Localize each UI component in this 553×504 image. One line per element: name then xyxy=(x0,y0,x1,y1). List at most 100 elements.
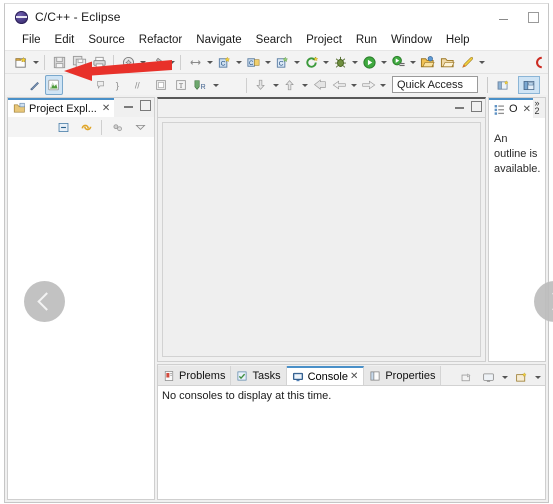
svg-text:C: C xyxy=(249,59,254,66)
close-icon[interactable]: ✕ xyxy=(102,103,110,114)
run-last-tool-button[interactable] xyxy=(388,52,408,72)
last-edit-button[interactable] xyxy=(309,75,329,95)
run-dropdown[interactable] xyxy=(379,52,388,72)
project-explorer-tree[interactable] xyxy=(8,137,154,499)
tab-problems[interactable]: Problems xyxy=(158,366,232,385)
toggle-mark-occurrences-button[interactable] xyxy=(45,75,63,95)
refresh-dropdown[interactable] xyxy=(321,52,330,72)
menu-navigate[interactable]: Navigate xyxy=(189,32,248,48)
tab-outline[interactable]: O ✕ xyxy=(489,98,533,118)
next-annotation-button[interactable] xyxy=(251,75,271,95)
outline-message-line-1: An outline is xyxy=(494,133,538,160)
forward-button[interactable] xyxy=(358,75,378,95)
menu-refactor[interactable]: Refactor xyxy=(132,32,189,48)
toolbar-overflow-edge-icon[interactable] xyxy=(528,52,548,72)
editor-tabrow xyxy=(158,99,485,118)
minimize-icon[interactable] xyxy=(124,104,133,108)
svg-text:C: C xyxy=(220,60,225,67)
display-selected-console-button[interactable] xyxy=(478,367,498,387)
skip-breakpoints-dropdown[interactable] xyxy=(477,52,486,72)
toolbar-separator xyxy=(180,54,181,70)
perspective-cpp-button[interactable] xyxy=(518,76,540,94)
close-icon[interactable]: ✕ xyxy=(350,371,358,382)
search-refs-button[interactable]: R xyxy=(191,75,211,95)
view-overflow-indicator[interactable]: » 2 xyxy=(530,99,544,116)
new-cpp-project-button[interactable]: C xyxy=(243,52,263,72)
menu-help[interactable]: Help xyxy=(439,32,477,48)
focus-on-active-task-button[interactable] xyxy=(107,117,127,137)
tab-tasks[interactable]: Tasks xyxy=(231,366,287,385)
bottom-tabrow: Problems Tasks Console ✕ Properties xyxy=(158,365,545,385)
build-all-dropdown[interactable] xyxy=(138,52,147,72)
maximize-icon[interactable] xyxy=(140,100,151,111)
debug-dropdown[interactable] xyxy=(350,52,359,72)
prev-annotation-button[interactable] xyxy=(280,75,300,95)
save-all-button[interactable] xyxy=(69,52,89,72)
project-explorer-icon xyxy=(13,102,25,113)
toggle-marker-button[interactable] xyxy=(185,52,205,72)
menu-run[interactable]: Run xyxy=(349,32,384,48)
build-dropdown[interactable] xyxy=(167,52,176,72)
minimize-button[interactable] xyxy=(488,4,518,30)
skip-breakpoints-button[interactable] xyxy=(457,52,477,72)
toolbar-separator xyxy=(44,54,45,70)
new-console-view-button[interactable] xyxy=(511,367,531,387)
menu-window[interactable]: Window xyxy=(384,32,439,48)
build-button[interactable] xyxy=(147,52,167,72)
refresh-button[interactable] xyxy=(301,52,321,72)
new-c-class-dropdown[interactable] xyxy=(292,52,301,72)
run-button[interactable] xyxy=(359,52,379,72)
next-annotation-dropdown[interactable] xyxy=(271,75,280,95)
save-button[interactable] xyxy=(49,52,69,72)
open-perspective-button[interactable] xyxy=(492,76,514,94)
menu-file[interactable]: File xyxy=(15,32,48,48)
debug-button[interactable] xyxy=(330,52,350,72)
maximize-button[interactable] xyxy=(518,4,548,30)
console-output-area[interactable]: No consoles to display at this time. xyxy=(158,385,545,499)
open-resource-button[interactable] xyxy=(437,52,457,72)
prev-annotation-dropdown[interactable] xyxy=(300,75,309,95)
new-c-project-button[interactable]: C xyxy=(214,52,234,72)
line-comment-button[interactable]: // xyxy=(131,75,151,95)
tab-properties[interactable]: Properties xyxy=(364,366,442,385)
quick-access-field[interactable]: Quick Access xyxy=(392,76,478,93)
link-with-editor-button[interactable] xyxy=(76,117,96,137)
show-source-button[interactable] xyxy=(151,75,171,95)
svg-text://: // xyxy=(135,81,140,91)
open-type-button[interactable] xyxy=(417,52,437,72)
tab-project-explorer[interactable]: Project Expl... ✕ xyxy=(8,98,115,117)
previous-nav-button[interactable] xyxy=(24,281,65,322)
search-refs-dropdown[interactable] xyxy=(211,75,220,95)
view-menu-button[interactable] xyxy=(130,117,150,137)
tab-console[interactable]: Console ✕ xyxy=(286,366,365,385)
back-dropdown[interactable] xyxy=(349,75,358,95)
new-cpp-project-dropdown[interactable] xyxy=(263,52,272,72)
menu-search[interactable]: Search xyxy=(249,32,299,48)
new-console-dropdown[interactable] xyxy=(533,367,542,387)
menu-source[interactable]: Source xyxy=(81,32,131,48)
toggle-marker-dropdown[interactable] xyxy=(205,52,214,72)
collapse-all-button[interactable] xyxy=(53,117,73,137)
new-wizard-dropdown[interactable] xyxy=(31,52,40,72)
maximize-icon[interactable] xyxy=(471,101,482,112)
display-console-dropdown[interactable] xyxy=(500,367,509,387)
build-all-button[interactable] xyxy=(118,52,138,72)
properties-tab-label: Properties xyxy=(385,369,436,382)
new-c-class-button[interactable]: C xyxy=(272,52,292,72)
toggle-comment-button[interactable] xyxy=(25,75,45,95)
new-wizard-button[interactable] xyxy=(11,52,31,72)
minimize-icon[interactable] xyxy=(455,105,464,109)
back-button[interactable] xyxy=(329,75,349,95)
block-comment-button[interactable] xyxy=(91,75,111,95)
indent-button[interactable]: } xyxy=(111,75,131,95)
toolbar-separator xyxy=(113,54,114,70)
show-outline-button[interactable]: T xyxy=(171,75,191,95)
new-c-project-dropdown[interactable] xyxy=(234,52,243,72)
forward-dropdown[interactable] xyxy=(378,75,387,95)
run-last-tool-dropdown[interactable] xyxy=(408,52,417,72)
menu-project[interactable]: Project xyxy=(299,32,349,48)
open-console-button[interactable] xyxy=(456,367,476,387)
print-button[interactable] xyxy=(89,52,109,72)
editor-canvas[interactable] xyxy=(162,122,481,357)
menu-edit[interactable]: Edit xyxy=(48,32,82,48)
